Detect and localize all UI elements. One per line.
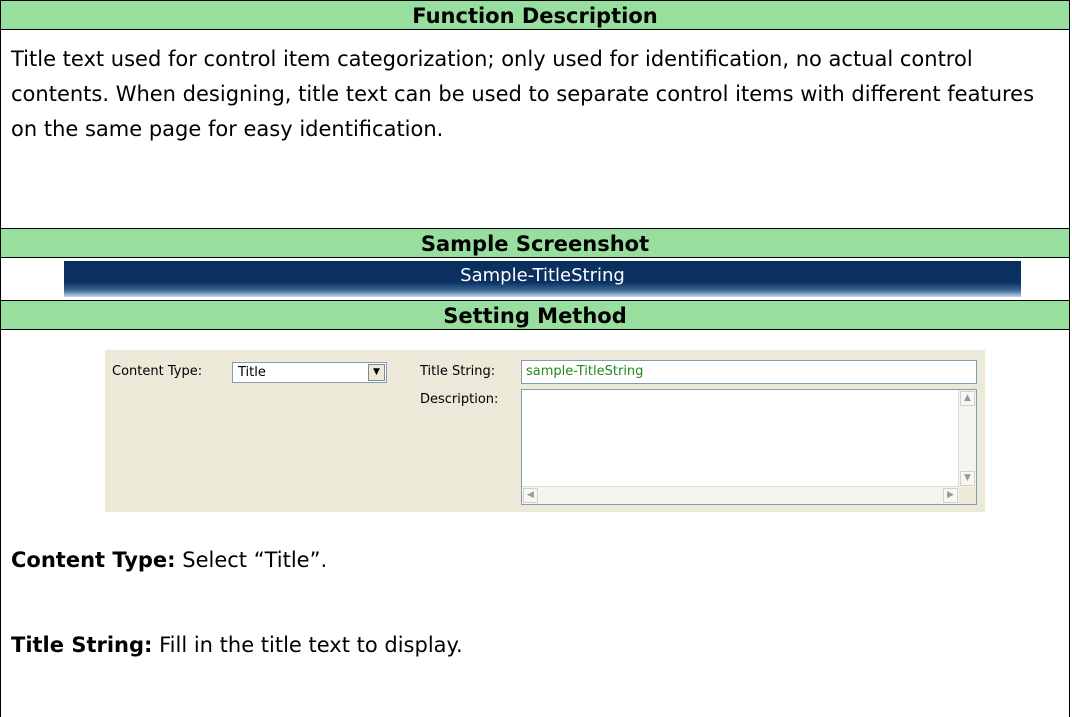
title-string-label: Title String: [420, 364, 496, 379]
document-page: Function Description Title text used for… [0, 0, 1072, 717]
title-string-input[interactable]: sample-TitleString [521, 360, 977, 384]
sample-screenshot-cell: Sample-TitleString [0, 258, 1070, 300]
title-string-note-text: Fill in the title text to display. [152, 633, 463, 657]
settings-panel: Content Type: Title ▼ Title String: samp… [105, 350, 985, 512]
sample-title-text: Sample-TitleString [460, 265, 625, 286]
description-label: Description: [420, 392, 499, 407]
horizontal-scrollbar[interactable]: ◀ ▶ [522, 486, 959, 504]
scroll-right-icon[interactable]: ▶ [943, 488, 958, 503]
title-string-note-label: Title String: [11, 633, 153, 657]
scroll-down-icon[interactable]: ▼ [960, 471, 975, 486]
description-textarea[interactable]: ▲ ▼ ◀ ▶ [521, 389, 977, 505]
function-description-header: Function Description [0, 0, 1070, 30]
setting-method-header: Setting Method [0, 300, 1070, 330]
content-type-note-text: Select “Title”. [175, 548, 328, 572]
scroll-corner [959, 487, 976, 504]
content-type-note-label: Content Type: [11, 548, 176, 572]
vertical-scrollbar[interactable]: ▲ ▼ [958, 390, 976, 487]
scroll-left-icon[interactable]: ◀ [523, 488, 538, 503]
content-type-label: Content Type: [112, 364, 203, 379]
scroll-up-icon[interactable]: ▲ [960, 391, 975, 406]
dropdown-arrow-icon[interactable]: ▼ [368, 364, 385, 381]
function-description-cell: Title text used for control item categor… [0, 30, 1070, 228]
content-type-value: Title [238, 365, 266, 380]
setting-method-cell: Content Type: Title ▼ Title String: samp… [0, 330, 1070, 717]
title-string-note: Title String: Fill in the title text to … [11, 630, 463, 660]
description-text: Title text used for control item categor… [11, 47, 1035, 141]
sample-title-banner: Sample-TitleString [64, 261, 1021, 297]
content-type-note: Content Type: Select “Title”. [11, 545, 327, 575]
sample-screenshot-header: Sample Screenshot [0, 228, 1070, 258]
content-type-select[interactable]: Title ▼ [232, 362, 387, 383]
